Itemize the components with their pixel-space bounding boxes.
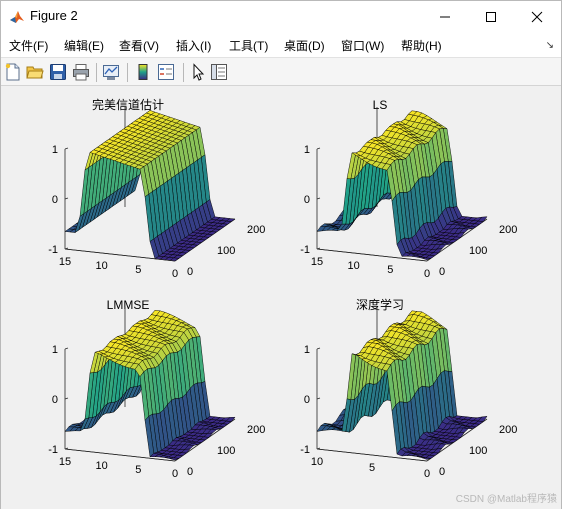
menu-view[interactable]: 查看(V): [119, 37, 159, 54]
menu-tools[interactable]: 工具(T): [229, 37, 268, 54]
x-tick-label: 5: [369, 462, 375, 474]
subplot-title: 完美信道估计: [92, 97, 164, 112]
x-tick-label: 0: [172, 268, 178, 280]
y-tick-label: 100: [469, 445, 487, 457]
z-tick-label: 0: [304, 194, 310, 206]
z-tick: [64, 397, 69, 400]
z-tick: [64, 147, 69, 150]
z-tick: [316, 347, 321, 350]
subplot-4: 深度学习10-110 5 0 0100200: [300, 297, 517, 480]
x-tick-label: 0: [172, 468, 178, 480]
property-inspector-icon[interactable]: [210, 63, 228, 81]
toolbar-separator: [127, 63, 128, 82]
z-tick-label: 0: [304, 394, 310, 406]
z-tick-label: 1: [52, 344, 58, 356]
menu-desktop[interactable]: 桌面(D): [284, 37, 325, 54]
dock-arrow-icon[interactable]: ↘: [546, 40, 554, 51]
x-tick-label: 5: [135, 264, 141, 276]
figure-canvas: 完美信道估计 1 0 -1 15 10 5 0 0 100 200 LS 1 0 -1 15 10 5 0 0 100 2…: [1, 87, 561, 509]
new-figure-icon[interactable]: [4, 63, 22, 81]
z-tick-label: -1: [48, 444, 58, 456]
z-tick-label: -1: [48, 244, 58, 256]
menu-window[interactable]: 窗口(W): [341, 37, 384, 54]
print-icon[interactable]: [72, 63, 90, 81]
z-tick-label: 0: [52, 394, 58, 406]
subplot-title: LS: [373, 98, 388, 112]
maximize-button[interactable]: [468, 1, 514, 32]
menu-bar: 文件(F) 编辑(E) 查看(V) 插入(I) 工具(T) 桌面(D) 窗口(W…: [1, 32, 561, 57]
y-tick-label: 0: [439, 466, 445, 478]
toolbar-separator: [96, 63, 97, 82]
subplot-3: LMMSE10-115 10 5 0 0100200: [48, 298, 265, 480]
z-tick-label: 1: [304, 344, 310, 356]
x-tick-label: 15: [59, 256, 71, 268]
subplot-grid: 完美信道估计10-115 10 5 0 0100200LS10-115 10 5 0 01002…: [48, 97, 517, 480]
open-file-icon[interactable]: [26, 63, 44, 81]
window-title: Figure 2: [30, 8, 78, 23]
x-tick-label: 0: [424, 268, 430, 280]
subplot-1: 完美信道估计10-115 10 5 0 0100200: [48, 97, 265, 280]
z-tick-label: 1: [52, 144, 58, 156]
z-tick: [316, 397, 321, 400]
minimize-button[interactable]: [422, 1, 468, 32]
z-tick-label: -1: [300, 244, 310, 256]
x-tick-label: 15: [311, 256, 323, 268]
save-icon[interactable]: [49, 63, 67, 81]
matlab-logo-icon: [9, 9, 25, 25]
subplot-title: 深度学习: [356, 297, 404, 312]
watermark: CSDN @Matlab程序猿: [455, 494, 557, 505]
x-tick-label: 0: [424, 468, 430, 480]
maximize-icon: [486, 11, 496, 22]
minimize-icon: [440, 16, 450, 17]
z-tick-label: 1: [304, 144, 310, 156]
z-tick-label: 0: [52, 194, 58, 206]
x-tick-label: 5: [135, 464, 141, 476]
y-tick-label: 200: [247, 424, 265, 436]
y-tick-label: 0: [439, 266, 445, 278]
z-tick: [64, 347, 69, 350]
link-plot-icon[interactable]: [102, 63, 120, 81]
y-tick-label: 200: [499, 224, 517, 236]
figure-window: Figure 2 文件(F) 编辑(E) 查看(V) 插入(I) 工具(T) 桌…: [0, 0, 562, 509]
subplot-2: LS10-115 10 5 0 0100200: [300, 98, 517, 280]
x-tick-label: 10: [96, 260, 108, 272]
z-tick: [64, 197, 69, 200]
x-tick-label: 10: [311, 456, 323, 468]
y-tick-label: 0: [187, 466, 193, 478]
y-tick-label: 0: [187, 266, 193, 278]
x-tick-label: 15: [59, 456, 71, 468]
close-button[interactable]: [514, 1, 560, 32]
x-tick-label: 5: [387, 264, 393, 276]
y-tick-label: 200: [499, 424, 517, 436]
subplot-title: LMMSE: [107, 298, 150, 312]
menu-insert[interactable]: 插入(I): [176, 37, 211, 54]
close-icon: [531, 11, 543, 22]
menu-help[interactable]: 帮助(H): [401, 37, 442, 54]
z-tick: [316, 147, 321, 150]
menu-file[interactable]: 文件(F): [9, 37, 48, 54]
edit-plot-icon[interactable]: [189, 63, 207, 81]
x-tick-label: 10: [96, 460, 108, 472]
toolbar: [1, 57, 561, 86]
z-tick-label: -1: [300, 444, 310, 456]
insert-colorbar-icon[interactable]: [134, 63, 152, 81]
toolbar-separator: [183, 63, 184, 82]
z-tick: [316, 197, 321, 200]
title-bar: Figure 2: [1, 1, 561, 32]
insert-legend-icon[interactable]: [157, 63, 175, 81]
y-tick-label: 200: [247, 224, 265, 236]
menu-edit[interactable]: 编辑(E): [64, 37, 104, 54]
y-tick-label: 100: [217, 445, 235, 457]
y-tick-label: 100: [217, 245, 235, 257]
y-tick-label: 100: [469, 245, 487, 257]
x-tick-label: 10: [348, 260, 360, 272]
